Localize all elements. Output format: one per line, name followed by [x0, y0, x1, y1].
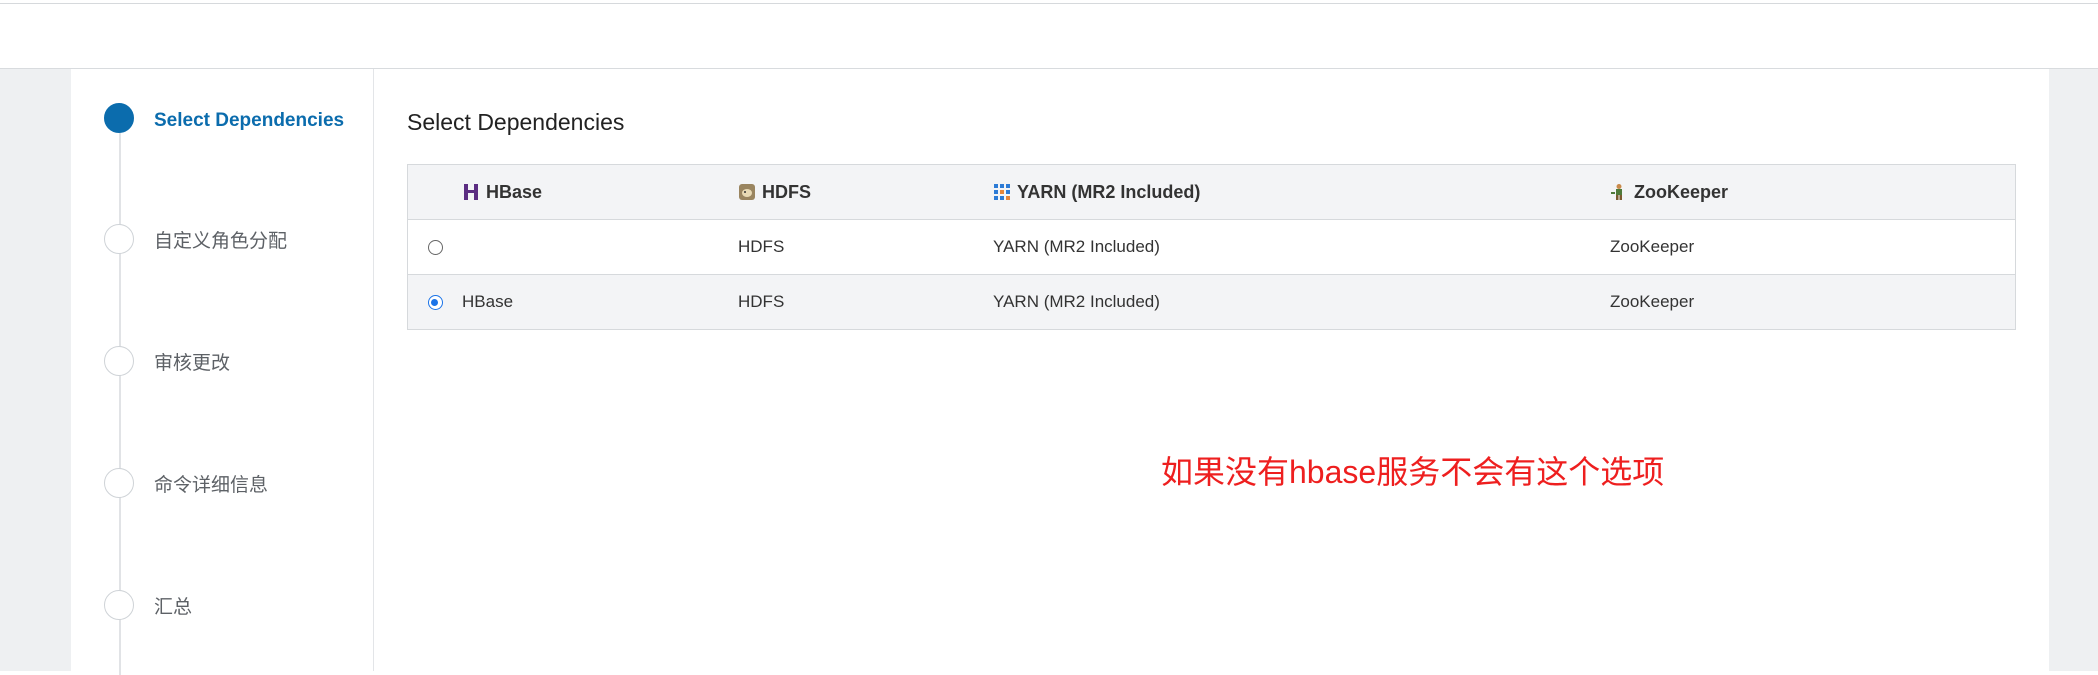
cell-zookeeper: ZooKeeper [1610, 274, 2016, 330]
header-label: YARN (MR2 Included) [1017, 181, 1201, 202]
right-gutter [2049, 69, 2098, 671]
cell-zookeeper: ZooKeeper [1610, 219, 2016, 275]
cell-hbase [462, 219, 738, 275]
page-header [0, 4, 2098, 69]
header-hdfs: HDFS [738, 164, 993, 220]
radio-cell [407, 274, 462, 330]
header-radio-cell [407, 164, 462, 220]
main-content: Select Dependencies HBase HDFS YARN (MR2… [374, 69, 2049, 671]
header-label: HBase [486, 181, 543, 202]
header-label: HDFS [762, 181, 811, 202]
hdfs-icon [739, 183, 755, 200]
step-indicator [104, 346, 134, 376]
step-indicator [104, 224, 134, 254]
step-indicator [104, 468, 134, 498]
step-label: 自定义角色分配 [154, 231, 288, 252]
cell-hbase: HBase [462, 274, 738, 330]
step-label: Select Dependencies [154, 110, 345, 131]
step-label: 汇总 [154, 597, 193, 618]
step-indicator-active [104, 103, 134, 133]
cell-hdfs: HDFS [738, 219, 993, 275]
table-row[interactable]: HBase HDFS YARN (MR2 Included) ZooKeeper [407, 274, 2016, 330]
header-label: ZooKeeper [1634, 181, 1729, 202]
cell-hdfs: HDFS [738, 274, 993, 330]
radio-cell [407, 219, 462, 275]
wizard-steps-sidebar: Select Dependencies 自定义角色分配 审核更改 命令详细信息 … [71, 69, 374, 675]
dependencies-table: HBase HDFS YARN (MR2 Included) ZooKeeper… [407, 164, 2016, 330]
hbase-icon [464, 183, 478, 200]
yarn-icon [994, 183, 1010, 200]
header-yarn: YARN (MR2 Included) [993, 164, 1610, 220]
zookeeper-icon [1611, 183, 1622, 200]
table-row[interactable]: HDFS YARN (MR2 Included) ZooKeeper [407, 219, 2016, 275]
cell-yarn: YARN (MR2 Included) [993, 274, 1610, 330]
header-hbase: HBase [462, 164, 738, 220]
page-title: Select Dependencies [407, 109, 625, 135]
annotation-note: 如果没有hbase服务不会有这个选项 [1161, 454, 1665, 490]
step-label: 审核更改 [154, 353, 231, 374]
step-label: 命令详细信息 [154, 475, 269, 496]
cell-yarn: YARN (MR2 Included) [993, 219, 1610, 275]
table-header-row: HBase HDFS YARN (MR2 Included) ZooKeeper [407, 164, 2016, 220]
dependency-radio-with-hbase[interactable] [427, 295, 443, 311]
header-zookeeper: ZooKeeper [1610, 164, 2016, 220]
dependency-radio-without-hbase[interactable] [427, 240, 443, 256]
step-indicator [104, 590, 134, 620]
left-gutter [0, 69, 71, 671]
